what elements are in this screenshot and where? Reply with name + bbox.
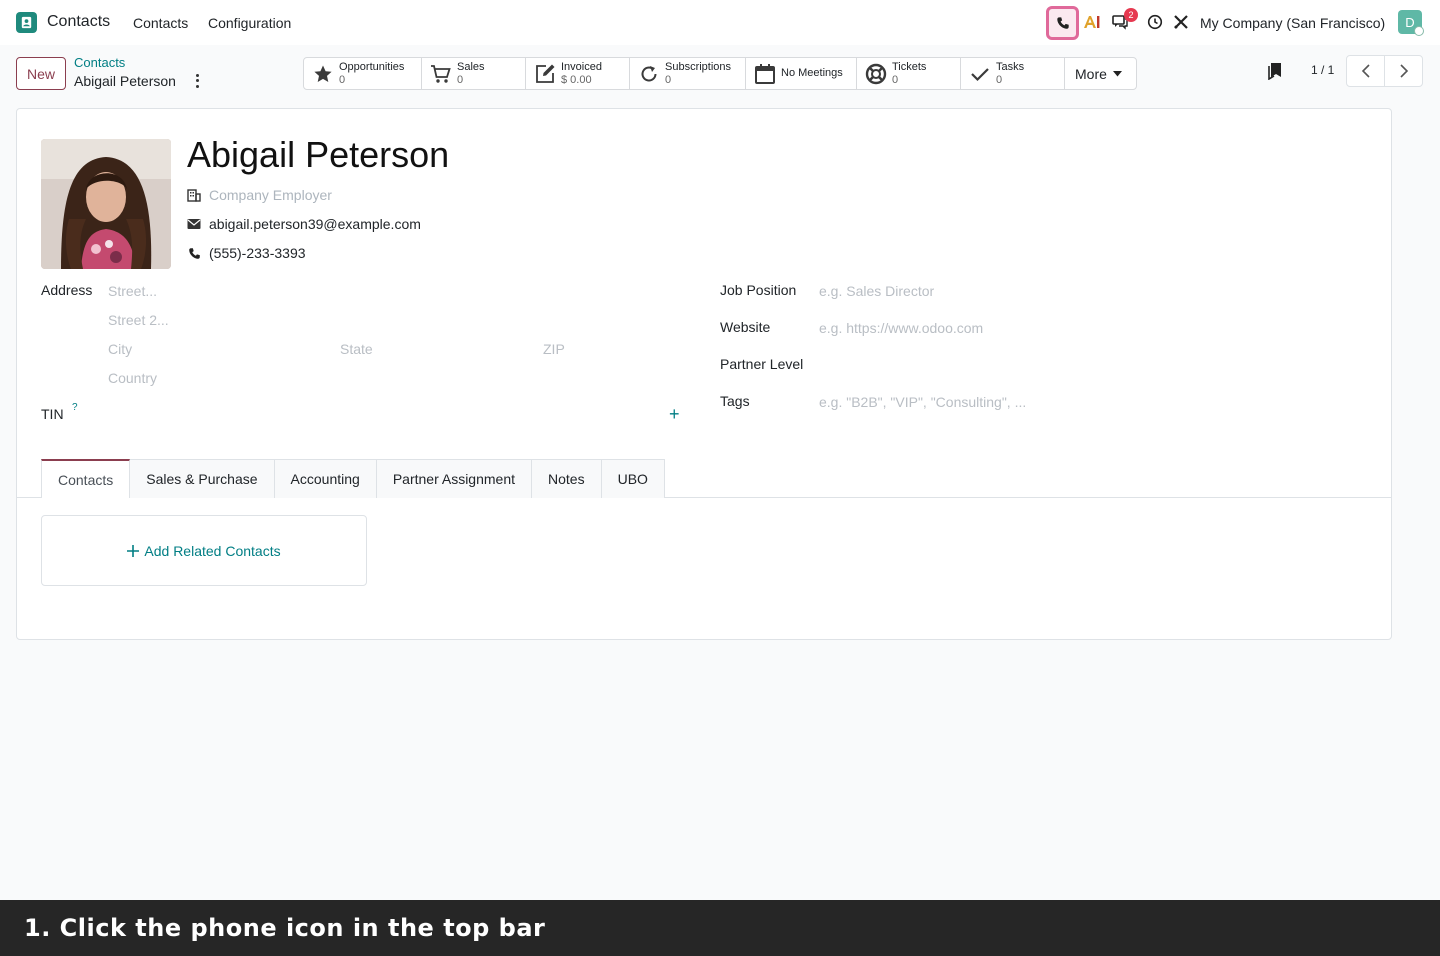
add-related-label: Add Related Contacts — [144, 542, 281, 559]
tab-notes[interactable]: Notes — [531, 459, 602, 498]
smart-button-opportunities[interactable]: Opportunities 0 — [304, 58, 422, 89]
edit-icon — [534, 63, 556, 85]
tin-help-icon[interactable]: ? — [72, 402, 78, 413]
smart-button-sales[interactable]: Sales 0 — [422, 58, 526, 89]
email-value: abigail.peterson39@example.com — [209, 216, 421, 232]
street2-input[interactable]: Street 2... — [108, 312, 169, 328]
phone-small-icon — [187, 246, 201, 260]
website-label: Website — [720, 319, 771, 335]
app-name[interactable]: Contacts — [47, 13, 110, 31]
company-switcher[interactable]: My Company (San Francisco) — [1200, 15, 1385, 31]
lifebuoy-icon — [865, 63, 887, 85]
pager-value[interactable]: 1 / 1 — [1311, 63, 1334, 77]
pager-buttons — [1346, 55, 1423, 87]
smart-value: 0 — [457, 73, 464, 86]
kebab-menu-icon[interactable] — [193, 73, 201, 89]
contacts-app-icon[interactable] — [16, 12, 37, 33]
tags-input[interactable]: e.g. "B2B", "VIP", "Consulting", ... — [819, 394, 1026, 410]
plus-icon — [127, 544, 140, 557]
city-input[interactable]: City — [108, 341, 132, 357]
smart-value: $ 0.00 — [561, 73, 592, 86]
chevron-left-icon — [1361, 64, 1370, 78]
smart-button-tasks[interactable]: Tasks 0 — [961, 58, 1065, 89]
smart-button-meetings[interactable]: No Meetings — [746, 58, 857, 89]
more-label: More — [1075, 65, 1107, 82]
cart-icon — [430, 63, 452, 85]
smart-button-invoiced[interactable]: Invoiced $ 0.00 — [526, 58, 630, 89]
top-navbar: Contacts Contacts Configuration 2 My Com… — [0, 0, 1440, 45]
ai-icon[interactable] — [1083, 13, 1101, 31]
smart-label: Tasks — [996, 60, 1025, 73]
state-input[interactable]: State — [340, 341, 373, 357]
bookmark-icon[interactable] — [1267, 62, 1283, 81]
smart-button-subscriptions[interactable]: Subscriptions 0 — [630, 58, 746, 89]
check-icon — [969, 63, 991, 85]
breadcrumb-current: Abigail Peterson — [74, 73, 176, 89]
company-placeholder: Company Employer — [209, 187, 332, 203]
building-icon — [187, 188, 201, 202]
more-button[interactable]: More — [1065, 58, 1136, 89]
smart-label: Sales — [457, 60, 485, 73]
smart-label: Invoiced — [561, 60, 602, 73]
chevron-right-icon — [1399, 64, 1408, 78]
smart-value: 0 — [996, 73, 1003, 86]
country-input[interactable]: Country — [108, 370, 157, 386]
next-button[interactable] — [1385, 56, 1422, 86]
refresh-icon — [638, 63, 660, 85]
plus-icon[interactable]: + — [669, 404, 680, 425]
smart-button-tickets[interactable]: Tickets 0 — [857, 58, 961, 89]
notebook-tabs: Contacts Sales & Purchase Accounting Par… — [41, 459, 665, 498]
calendar-icon — [754, 63, 776, 85]
clock-icon[interactable] — [1146, 13, 1164, 31]
new-button[interactable]: New — [16, 57, 66, 90]
add-related-contacts-button[interactable]: Add Related Contacts — [41, 515, 367, 586]
phone-icon[interactable] — [1046, 6, 1079, 40]
tab-sales-purchase[interactable]: Sales & Purchase — [129, 459, 275, 498]
status-dot — [1414, 26, 1424, 36]
smart-buttons: Opportunities 0 Sales 0 Invoiced $ 0.00 Sub… — [303, 57, 1137, 90]
smart-label: Tickets — [892, 60, 927, 73]
menu-contacts[interactable]: Contacts — [133, 15, 188, 31]
smart-label: Opportunities — [339, 60, 405, 73]
notification-badge: 2 — [1124, 8, 1138, 22]
star-icon — [312, 63, 334, 85]
breadcrumb-parent[interactable]: Contacts — [74, 55, 125, 70]
job-position-input[interactable]: e.g. Sales Director — [819, 283, 934, 299]
smart-label: No Meetings — [781, 67, 843, 79]
phone-value: (555)-233-3393 — [209, 245, 306, 261]
menu-configuration[interactable]: Configuration — [208, 15, 291, 31]
smart-label: Subscriptions — [665, 60, 732, 73]
tab-contacts[interactable]: Contacts — [41, 459, 131, 498]
tab-accounting[interactable]: Accounting — [273, 459, 377, 498]
caret-down-icon — [1112, 70, 1122, 76]
address-label: Address — [41, 282, 93, 298]
phone-field[interactable]: (555)-233-3393 — [187, 245, 306, 261]
email-field[interactable]: abigail.peterson39@example.com — [187, 216, 421, 232]
job-position-label: Job Position — [720, 282, 797, 298]
smart-value: 0 — [339, 73, 346, 86]
tab-partner-assignment[interactable]: Partner Assignment — [375, 459, 532, 498]
instruction-caption: 1. Click the phone icon in the top bar — [0, 900, 1440, 956]
tab-ubo[interactable]: UBO — [600, 459, 665, 498]
envelope-icon — [187, 217, 201, 231]
partner-level-label: Partner Level — [720, 356, 804, 372]
company-field[interactable]: Company Employer — [187, 187, 332, 203]
smart-value: 0 — [892, 73, 899, 86]
tags-label: Tags — [720, 393, 750, 409]
tin-label: TIN — [41, 406, 64, 422]
website-input[interactable]: e.g. https://www.odoo.com — [819, 320, 983, 336]
street-input[interactable]: Street... — [108, 283, 157, 299]
contact-photo[interactable] — [41, 139, 171, 269]
previous-button[interactable] — [1347, 56, 1385, 86]
tools-icon[interactable] — [1172, 13, 1190, 31]
zip-input[interactable]: ZIP — [543, 341, 565, 357]
smart-value: 0 — [665, 73, 672, 86]
form-sheet: Abigail Peterson Company Employer abigai… — [16, 108, 1392, 640]
contact-name[interactable]: Abigail Peterson — [187, 134, 449, 176]
